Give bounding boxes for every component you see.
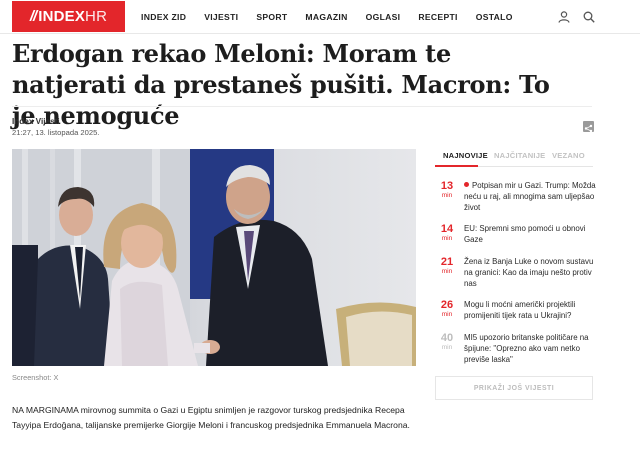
news-minutes: 40 [440, 332, 454, 344]
news-item-1[interactable]: 13 min Potpisan mir u Gazi. Trump: Možda… [435, 180, 596, 220]
photo-credit: Screenshot: X [12, 373, 59, 382]
news-minutes: 21 [440, 256, 454, 268]
article-author[interactable]: Index Vijesti [12, 117, 60, 126]
article-lead: NA MARGINAMA mirovnog summita o Gazi u E… [12, 405, 410, 430]
tab-najcitanije[interactable]: NAJČITANIJE [494, 151, 545, 160]
news-headline: MI5 upozorio britanske političare na špi… [464, 333, 589, 365]
user-icon[interactable] [557, 10, 571, 24]
title-divider [12, 106, 592, 107]
article-title: Erdogan rekao Meloni: Moram te natjerati… [12, 39, 550, 130]
news-headline: Mogu li moćni američki projektili promij… [464, 300, 576, 321]
news-headline: Potpisan mir u Gazi. Trump: Možda neću u… [464, 181, 596, 213]
active-tab-indicator [435, 165, 478, 167]
news-headline: Žena iz Banja Luke o novom sustavu na gr… [464, 257, 594, 289]
logo-wordmark: INDEXHR [38, 8, 107, 25]
news-item-5[interactable]: 40 min MI5 upozorio britanske političare… [435, 332, 595, 372]
show-more-news-button[interactable]: PRIKAŽI JOŠ VIJESTI [435, 376, 593, 400]
news-minutes-label: min [441, 192, 453, 199]
logo-brand: INDEX [38, 8, 86, 25]
share-glyph-icon [584, 124, 593, 133]
nav-item-magazin[interactable]: MAGAZIN [305, 12, 347, 22]
photo-leaders-handshake [12, 149, 416, 366]
nav-item-recepti[interactable]: RECEPTI [418, 12, 457, 22]
logo-mark: // [29, 8, 37, 25]
live-dot-icon [464, 182, 469, 187]
news-headline: EU: Spremni smo pomoći u obnovi Gaze [464, 224, 586, 245]
article-photo [12, 149, 416, 366]
news-minutes-label: min [441, 268, 453, 275]
search-icon[interactable] [582, 10, 596, 24]
news-item-3[interactable]: 21 min Žena iz Banja Luke o novom sustav… [435, 256, 595, 296]
news-minutes-label: min [441, 235, 453, 242]
tab-vezano[interactable]: VEZANO [552, 151, 585, 160]
tab-najnovije[interactable]: NAJNOVIJE [443, 151, 488, 160]
news-minutes-label: min [441, 311, 453, 318]
nav-item-vijesti[interactable]: VIJESTI [204, 12, 238, 22]
logo-suffix: HR [85, 8, 108, 25]
news-minutes: 26 [440, 299, 454, 311]
news-text-wrap: Potpisan mir u Gazi. Trump: Možda neću u… [464, 180, 596, 214]
share-icon[interactable] [583, 121, 594, 133]
site-logo[interactable]: // INDEXHR [12, 1, 125, 32]
news-minutes: 13 [440, 180, 454, 192]
main-nav: INDEX ZID VIJESTI SPORT MAGAZIN OGLASI R… [141, 12, 531, 22]
nav-item-sport[interactable]: SPORT [256, 12, 287, 22]
nav-item-ostalo[interactable]: OSTALO [476, 12, 513, 22]
nav-item-index-zid[interactable]: INDEX ZID [141, 12, 186, 22]
news-minutes-label: min [441, 344, 453, 351]
article-date: 21:27, 13. listopada 2025. [12, 128, 100, 137]
news-minutes: 14 [440, 223, 454, 235]
site-header: // INDEXHR INDEX ZID VIJESTI SPORT MAGAZ… [0, 0, 640, 34]
nav-item-oglasi[interactable]: OGLASI [366, 12, 401, 22]
sidebar-tabs: NAJNOVIJE NAJČITANIJE VEZANO [435, 149, 593, 167]
